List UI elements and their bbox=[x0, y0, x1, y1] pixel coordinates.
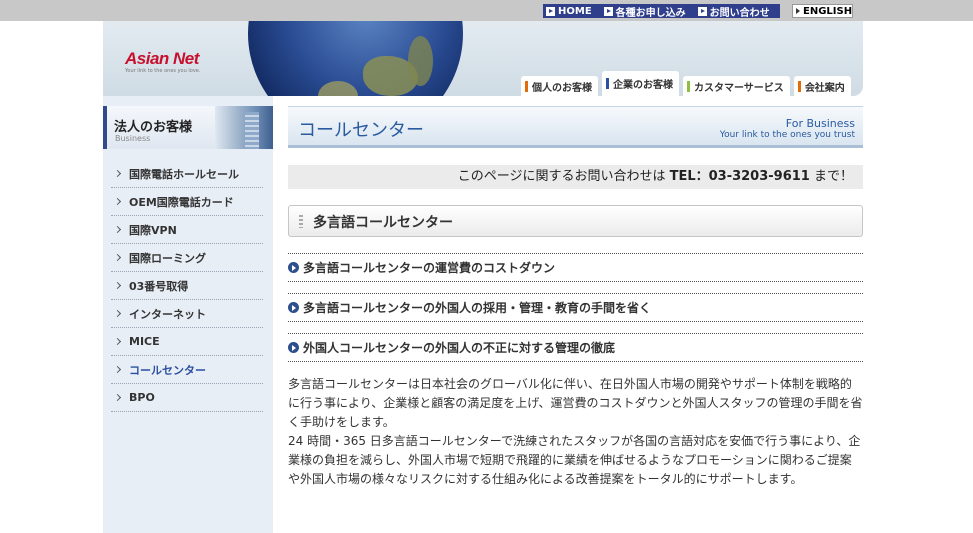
tab-company[interactable]: 会社案内 bbox=[793, 76, 851, 96]
globe-image bbox=[248, 21, 463, 96]
sidebar-item-label: MICE bbox=[129, 335, 160, 348]
contact-bar: このページに関するお問い合わせは TEL：03-3203-9611 まで！ bbox=[288, 165, 863, 189]
banner-english: For Business Your link to the ones you t… bbox=[720, 117, 855, 140]
paragraph: 24 時間・365 日多言語コールセンターで洗練されたスタッフが各国の言語対応を… bbox=[288, 434, 861, 486]
tab-color-bar bbox=[687, 80, 690, 92]
banner-en-title: For Business bbox=[785, 117, 855, 130]
sidebar-item-call-center[interactable]: コールセンター bbox=[111, 356, 263, 384]
tab-color-bar bbox=[797, 80, 801, 92]
contact-suffix: まで！ bbox=[809, 169, 853, 184]
chevron-right-icon bbox=[113, 309, 122, 318]
contact-prefix: このページに関するお問い合わせは bbox=[457, 169, 670, 184]
sidebar-subtitle: Business bbox=[115, 134, 151, 143]
page-title: コールセンター bbox=[298, 120, 424, 141]
circle-arrow-icon bbox=[288, 342, 299, 353]
sidebar-item-label: 国際VPN bbox=[129, 223, 177, 237]
sidebar-item-oem-card[interactable]: OEM国際電話カード bbox=[111, 188, 263, 216]
tab-color-bar bbox=[525, 80, 528, 92]
anchor-link-fraud-control[interactable]: 外国人コールセンターの外国人の不正に対する管理の徹底 bbox=[288, 333, 863, 362]
top-utility-bar: HOME 各種お申し込み お問い合わせ ENGLISH bbox=[0, 0, 973, 21]
triangle-right-icon bbox=[796, 8, 800, 14]
banner-en-tagline: Your link to the ones you trust bbox=[719, 130, 855, 140]
chevron-right-icon bbox=[113, 253, 122, 262]
home-link[interactable]: HOME bbox=[543, 6, 595, 17]
tab-customer-service[interactable]: カスタマーサービス bbox=[683, 76, 790, 96]
anchor-link-label: 多言語コールセンターの運営費のコストダウン bbox=[303, 261, 556, 275]
tab-business[interactable]: 企業のお客様 bbox=[602, 71, 679, 96]
chevron-right-icon bbox=[113, 197, 122, 206]
english-button-label: ENGLISH bbox=[803, 5, 853, 17]
sidebar-item-label: コールセンター bbox=[129, 363, 206, 377]
sidebar-item-label: 国際ローミング bbox=[129, 251, 206, 265]
section-heading: 多言語コールセンター bbox=[288, 205, 863, 237]
contact-link-label: お問い合わせ bbox=[709, 7, 770, 19]
home-link-label: HOME bbox=[558, 5, 592, 17]
tab-label: 企業のお客様 bbox=[613, 80, 673, 91]
circle-arrow-icon bbox=[288, 262, 299, 273]
chevron-right-icon bbox=[113, 365, 122, 374]
chevron-right-icon bbox=[113, 281, 122, 290]
sidebar-item-wholesale[interactable]: 国際電話ホールセール bbox=[111, 160, 263, 188]
main-content: コールセンター For Business Your link to the on… bbox=[288, 106, 863, 486]
description-text: 多言語コールセンターは日本社会のグローバル化に伴い、在日外国人市場の開発やサポー… bbox=[288, 375, 863, 489]
tab-label: カスタマーサービス bbox=[694, 82, 784, 94]
sidebar-title: 法人のお客様 bbox=[114, 120, 193, 135]
logo-tagline: Your link to the ones you love. bbox=[125, 68, 201, 74]
sidebar: 法人のお客様 Business 国際電話ホールセール OEM国際電話カード 国際… bbox=[103, 96, 273, 533]
anchor-link-recruitment[interactable]: 多言語コールセンターの外国人の採用・管理・教育の手間を省く bbox=[288, 293, 863, 322]
tab-color-bar bbox=[606, 78, 609, 89]
arrow-right-icon bbox=[697, 6, 707, 16]
arrow-right-icon bbox=[546, 6, 555, 16]
sidebar-item-mice[interactable]: MICE bbox=[111, 328, 263, 356]
utility-nav: HOME 各種お申し込み お問い合わせ bbox=[543, 4, 780, 19]
logo-text: Asian Net bbox=[125, 49, 199, 68]
anchor-link-cost-down[interactable]: 多言語コールセンターの運営費のコストダウン bbox=[288, 253, 863, 282]
tab-personal[interactable]: 個人のお客様 bbox=[521, 76, 598, 96]
sidebar-header: 法人のお客様 Business bbox=[103, 106, 273, 149]
english-button[interactable]: ENGLISH bbox=[792, 4, 853, 18]
anchor-link-label: 多言語コールセンターの外国人の採用・管理・教育の手間を省く bbox=[303, 301, 652, 315]
contact-phone: TEL：03-3203-9611 bbox=[669, 169, 810, 184]
sidebar-item-label: BPO bbox=[129, 391, 155, 404]
anchor-link-list: 多言語コールセンターの運営費のコストダウン 多言語コールセンターの外国人の採用・… bbox=[288, 253, 863, 373]
sidebar-item-label: 03番号取得 bbox=[129, 279, 189, 293]
sidebar-item-label: OEM国際電話カード bbox=[129, 195, 234, 209]
sidebar-item-roaming[interactable]: 国際ローミング bbox=[111, 244, 263, 272]
arrow-right-icon bbox=[603, 6, 613, 16]
anchor-link-label: 外国人コールセンターの外国人の不正に対する管理の徹底 bbox=[303, 341, 616, 355]
circle-arrow-icon bbox=[288, 302, 299, 313]
sidebar-item-vpn[interactable]: 国際VPN bbox=[111, 216, 263, 244]
page-banner: コールセンター For Business Your link to the on… bbox=[288, 106, 863, 148]
paragraph: 多言語コールセンターは日本社会のグローバル化に伴い、在日外国人市場の開発やサポー… bbox=[288, 377, 863, 429]
tab-label: 会社案内 bbox=[804, 82, 845, 94]
apply-link[interactable]: 各種お申し込み bbox=[601, 4, 689, 19]
apply-link-label: 各種お申し込み bbox=[615, 7, 686, 19]
site-header: Asian Net Your link to the ones you love… bbox=[103, 21, 863, 96]
chevron-right-icon bbox=[113, 337, 122, 346]
main-nav-tabs: 個人のお客様 企業のお客様 カスタマーサービス 会社案内 bbox=[521, 71, 855, 96]
contact-link[interactable]: お問い合わせ bbox=[695, 4, 773, 19]
sidebar-item-bpo[interactable]: BPO bbox=[111, 384, 263, 412]
site-logo[interactable]: Asian Net Your link to the ones you love… bbox=[125, 49, 200, 74]
chevron-right-icon bbox=[113, 393, 122, 402]
sidebar-item-label: 国際電話ホールセール bbox=[129, 167, 239, 181]
building-image bbox=[215, 106, 273, 149]
tab-label: 個人のお客様 bbox=[532, 82, 592, 94]
sidebar-item-03-number[interactable]: 03番号取得 bbox=[111, 272, 263, 300]
chevron-right-icon bbox=[113, 225, 122, 234]
sidebar-item-label: インターネット bbox=[129, 307, 206, 321]
sidebar-menu: 国際電話ホールセール OEM国際電話カード 国際VPN 国際ローミング 03番号… bbox=[111, 160, 263, 412]
grip-icon bbox=[299, 215, 303, 228]
sidebar-item-internet[interactable]: インターネット bbox=[111, 300, 263, 328]
chevron-right-icon bbox=[113, 169, 122, 178]
section-title: 多言語コールセンター bbox=[313, 215, 453, 231]
